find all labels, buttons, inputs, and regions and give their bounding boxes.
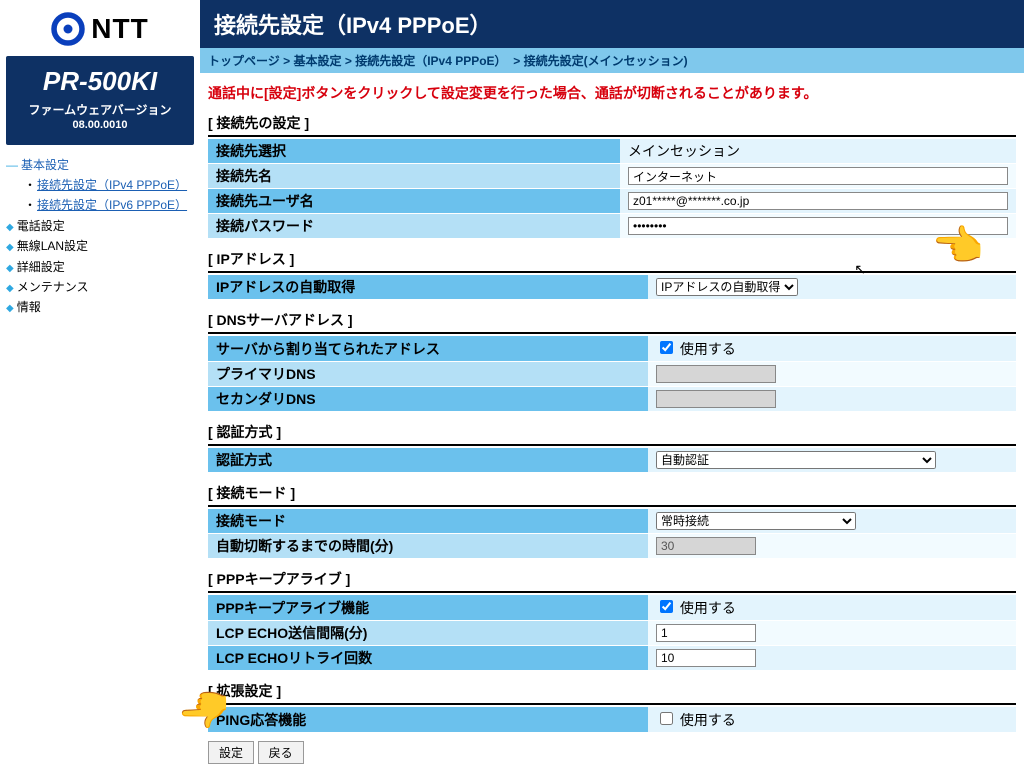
ppp-func-label: PPPキープアライブ機能 <box>208 595 648 621</box>
page-title: 接続先設定（IPv4 PPPoE） <box>200 0 1024 48</box>
nav-ipv4[interactable]: 接続先設定（IPv4 PPPoE） <box>6 175 194 195</box>
ext-table: PING応答機能 使用する <box>208 707 1016 733</box>
breadcrumb: トップページ > 基本設定 > 接続先設定（IPv4 PPPoE） > 接続先設… <box>200 48 1024 73</box>
nav: 基本設定 接続先設定（IPv4 PPPoE） 接続先設定（IPv6 PPPoE）… <box>0 155 200 318</box>
mode-label: 接続モード <box>208 509 648 534</box>
echo-retry-label: LCP ECHOリトライ回数 <box>208 646 648 671</box>
dns-assigned-checkbox[interactable] <box>660 341 673 354</box>
conn-pass-input[interactable] <box>628 217 1008 235</box>
conn-name-label: 接続先名 <box>208 164 620 189</box>
conn-select-label: 接続先選択 <box>208 139 620 164</box>
ping-checkbox[interactable] <box>660 712 673 725</box>
ntt-logo-icon <box>51 12 85 46</box>
section-dns: [ DNSサーバアドレス ] <box>208 310 1016 334</box>
sidebar: NTT PR-500KI ファームウェアバージョン 08.00.0010 基本設… <box>0 0 200 780</box>
nav-ipv6[interactable]: 接続先設定（IPv6 PPPoE） <box>6 195 194 215</box>
section-conn: [ 接続先の設定 ] <box>208 113 1016 137</box>
idle-label: 自動切断するまでの時間(分) <box>208 534 648 559</box>
dns-table: サーバから割り当てられたアドレス 使用する プライマリDNS セカンダリDNS <box>208 336 1016 412</box>
dns-primary-input <box>656 365 776 383</box>
conn-table: 接続先選択 メインセッション 接続先名 接続先ユーザ名 👈 接続パスワード <box>208 139 1016 239</box>
conn-select-value: メインセッション <box>620 139 1016 164</box>
model-name: PR-500KI <box>12 66 188 97</box>
nav-info[interactable]: 情報 <box>6 297 194 317</box>
crumb-basic[interactable]: 基本設定 <box>293 54 341 68</box>
section-ext: [ 拡張設定 ] <box>208 681 1016 705</box>
firmware-version: 08.00.0010 <box>12 119 188 131</box>
ppp-table: PPPキープアライブ機能 使用する LCP ECHO送信間隔(分) LCP EC… <box>208 595 1016 671</box>
nav-maint[interactable]: メンテナンス <box>6 277 194 297</box>
dns-primary-label: プライマリDNS <box>208 362 648 387</box>
idle-input <box>656 537 756 555</box>
content: 通話中に[設定]ボタンをクリックして設定変更を行った場合、通話が切断されることが… <box>200 73 1024 780</box>
dns-secondary-input <box>656 390 776 408</box>
crumb-ipv4[interactable]: 接続先設定（IPv4 PPPoE） <box>355 54 506 68</box>
mode-select[interactable]: 常時接続 <box>656 512 856 530</box>
nav-wlan[interactable]: 無線LAN設定 <box>6 236 194 256</box>
mode-table: 接続モード 常時接続 自動切断するまでの時間(分) <box>208 509 1016 559</box>
dns-use-label: 使用する <box>680 341 736 357</box>
nav-basic[interactable]: 基本設定 <box>6 155 194 175</box>
auth-table: 認証方式 自動認証 <box>208 448 1016 473</box>
conn-name-input[interactable] <box>628 167 1008 185</box>
section-auth: [ 認証方式 ] <box>208 422 1016 446</box>
nav-phone[interactable]: 電話設定 <box>6 216 194 236</box>
ping-use-label: 使用する <box>680 712 736 728</box>
echo-int-input[interactable] <box>656 624 756 642</box>
dns-secondary-label: セカンダリDNS <box>208 387 648 412</box>
company-name: NTT <box>91 13 148 45</box>
model-box: PR-500KI ファームウェアバージョン 08.00.0010 <box>6 56 194 145</box>
warning-text: 通話中に[設定]ボタンをクリックして設定変更を行った場合、通話が切断されることが… <box>208 83 1016 103</box>
firmware-label: ファームウェアバージョン <box>12 103 188 119</box>
section-ip: [ IPアドレス ] <box>208 249 1016 273</box>
ip-auto-select[interactable]: IPアドレスの自動取得 <box>656 278 798 296</box>
ip-auto-label: IPアドレスの自動取得 <box>208 275 648 300</box>
section-mode: [ 接続モード ] <box>208 483 1016 507</box>
conn-user-input[interactable] <box>628 192 1008 210</box>
ppp-use-label: 使用する <box>680 600 736 616</box>
logo: NTT <box>0 8 200 56</box>
conn-pass-label: 接続パスワード <box>208 214 620 239</box>
auth-method-label: 認証方式 <box>208 448 648 473</box>
echo-int-label: LCP ECHO送信間隔(分) <box>208 621 648 646</box>
section-ppp: [ PPPキープアライブ ] <box>208 569 1016 593</box>
crumb-current: 接続先設定(メインセッション) <box>524 54 688 68</box>
ip-table: IPアドレスの自動取得 IPアドレスの自動取得 ↖ <box>208 275 1016 300</box>
dns-assigned-label: サーバから割り当てられたアドレス <box>208 336 648 362</box>
ping-label: PING応答機能 <box>208 707 648 733</box>
ppp-func-checkbox[interactable] <box>660 600 673 613</box>
crumb-top[interactable]: トップページ <box>208 54 280 68</box>
conn-user-label: 接続先ユーザ名 <box>208 189 620 214</box>
echo-retry-input[interactable] <box>656 649 756 667</box>
nav-detail[interactable]: 詳細設定 <box>6 257 194 277</box>
auth-method-select[interactable]: 自動認証 <box>656 451 936 469</box>
main: 接続先設定（IPv4 PPPoE） トップページ > 基本設定 > 接続先設定（… <box>200 0 1024 780</box>
